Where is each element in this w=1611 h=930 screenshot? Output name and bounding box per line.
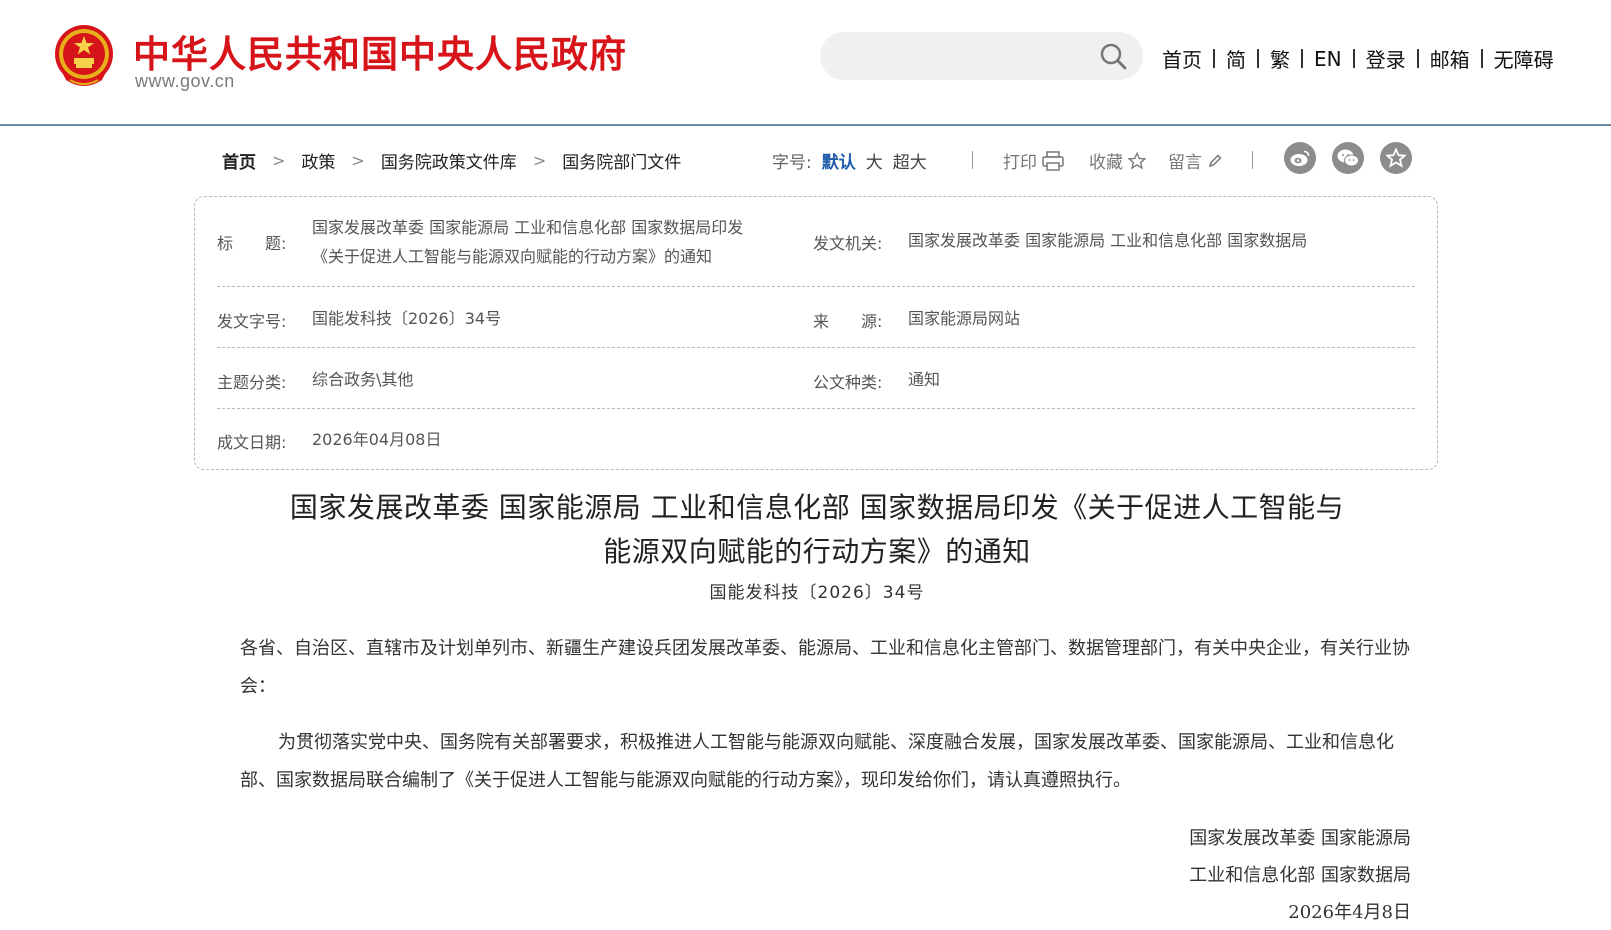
font-size-label: 字号: [772,153,812,173]
breadcrumb-home[interactable]: 首页 [222,148,256,173]
national-emblem-icon[interactable] [52,22,116,92]
font-size-selector: 字号: 默认 大 超大 [772,148,927,173]
nav-divider [1416,49,1419,68]
comment-label: 留言 [1168,153,1202,173]
source-value: 国家能源局网站 [908,309,1021,328]
favorite-button[interactable]: 收藏 [1089,148,1146,173]
issuer-value: 国家发展改革委 国家能源局 工业和信息化部 国家数据局 [908,231,1308,250]
header-divider [0,124,1611,126]
nav-simplified[interactable]: 简 [1226,44,1246,73]
favorite-label: 收藏 [1089,153,1123,173]
print-label: 打印 [1003,153,1037,173]
topic-label: 主题分类: [217,373,287,392]
breadcrumb-policy[interactable]: 政策 [301,148,335,173]
nav-divider [1213,49,1215,68]
print-button[interactable]: 打印 [1003,148,1064,173]
issuer-label: 发文机关: [813,234,883,253]
nav-divider [1301,49,1303,68]
printer-icon [1042,150,1064,171]
article-title: 国家发展改革委 国家能源局 工业和信息化部 国家数据局印发《关于促进人工智能与 … [289,491,1345,568]
weibo-icon [1290,150,1310,166]
docno-value: 国能发科技〔2026〕34号 [312,309,502,328]
date-value: 2026年04月08日 [312,430,442,449]
topic-value: 综合政务\其他 [312,370,414,389]
doctype-value: 通知 [908,370,941,389]
nav-traditional[interactable]: 繁 [1270,44,1290,73]
nav-english[interactable]: EN [1314,47,1342,71]
chevron-right-icon: > [351,151,365,170]
nav-mailbox[interactable]: 邮箱 [1430,44,1470,73]
article-doc-number: 国能发科技〔2026〕34号 [709,583,925,603]
info-row-docno: 发文字号: 国能发科技〔2026〕34号 来 源: 国家能源局网站 [217,287,1415,348]
nav-home[interactable]: 首页 [1162,44,1202,73]
info-row-topic: 主题分类: 综合政务\其他 公文种类: 通知 [217,348,1415,409]
article-recipients: 各省、自治区、直辖市及计划单列市、新疆生产建设兵团发展改革委、能源局、工业和信息… [240,638,1410,697]
doctype-label: 公文种类: [813,373,883,392]
info-row-title: 标 题: 国家发展改革委 国家能源局 工业和信息化部 国家数据局印发 《关于促进… [217,197,1415,287]
breadcrumb: 首页 > 政策 > 国务院政策文件库 > 国务院部门文件 [222,148,681,173]
font-size-large[interactable]: 大 [866,148,883,173]
font-size-xlarge[interactable]: 超大 [893,148,927,173]
nav-divider [1480,49,1483,68]
nav-accessibility[interactable]: 无障碍 [1494,44,1554,73]
nav-divider [1257,49,1259,68]
font-size-default[interactable]: 默认 [822,148,856,173]
docno-label: 发文字号: [217,312,287,331]
signature-line-1: 国家发展改革委 国家能源局 [1189,828,1411,849]
article-body-paragraph: 为贯彻落实党中央、国务院有关部署要求，积极推进人工智能与能源双向赋能、深度融合发… [240,732,1394,791]
title-value: 国家发展改革委 国家能源局 工业和信息化部 国家数据局印发 《关于促进人工智能与… [312,218,744,266]
wechat-share-button[interactable] [1332,142,1364,174]
star-outline-icon [1128,151,1146,169]
weibo-share-button[interactable] [1284,142,1316,174]
breadcrumb-dept-docs[interactable]: 国务院部门文件 [562,148,681,173]
search-input[interactable] [820,32,1143,80]
toolbar-divider [1252,151,1253,169]
title-label: 标 题: [217,234,287,253]
site-title[interactable]: 中华人民共和国中央人民政府 [133,24,627,78]
signature-date: 2026年4月8日 [1288,902,1411,923]
chevron-right-icon: > [272,151,286,170]
nav-divider [1352,49,1355,68]
star-icon [1386,148,1406,168]
signature-line-2: 工业和信息化部 国家数据局 [1189,865,1411,886]
comment-button[interactable]: 留言 [1168,148,1223,173]
site-header: 中华人民共和国中央人民政府 www.gov.cn 首页 简 繁 EN 登录 邮箱… [0,0,1611,124]
source-label: 来 源: [813,312,883,331]
wechat-icon [1337,149,1359,167]
breadcrumb-policy-library[interactable]: 国务院政策文件库 [381,148,517,173]
pencil-icon [1208,153,1222,167]
chevron-right-icon: > [532,151,547,170]
info-row-date: 成文日期: 2026年04月08日 [217,409,1415,469]
search-icon[interactable] [1098,41,1128,71]
site-url[interactable]: www.gov.cn [135,71,235,92]
document-info-box: 标 题: 国家发展改革委 国家能源局 工业和信息化部 国家数据局印发 《关于促进… [194,196,1438,470]
nav-login[interactable]: 登录 [1366,44,1406,73]
toolbar-divider [972,151,973,169]
date-label: 成文日期: [217,433,287,452]
star-share-button[interactable] [1380,142,1412,174]
article-toolbar: 首页 > 政策 > 国务院政策文件库 > 国务院部门文件 字号: 默认 大 超大… [0,142,1611,178]
top-nav: 首页 简 繁 EN 登录 邮箱 无障碍 [1162,44,1554,73]
